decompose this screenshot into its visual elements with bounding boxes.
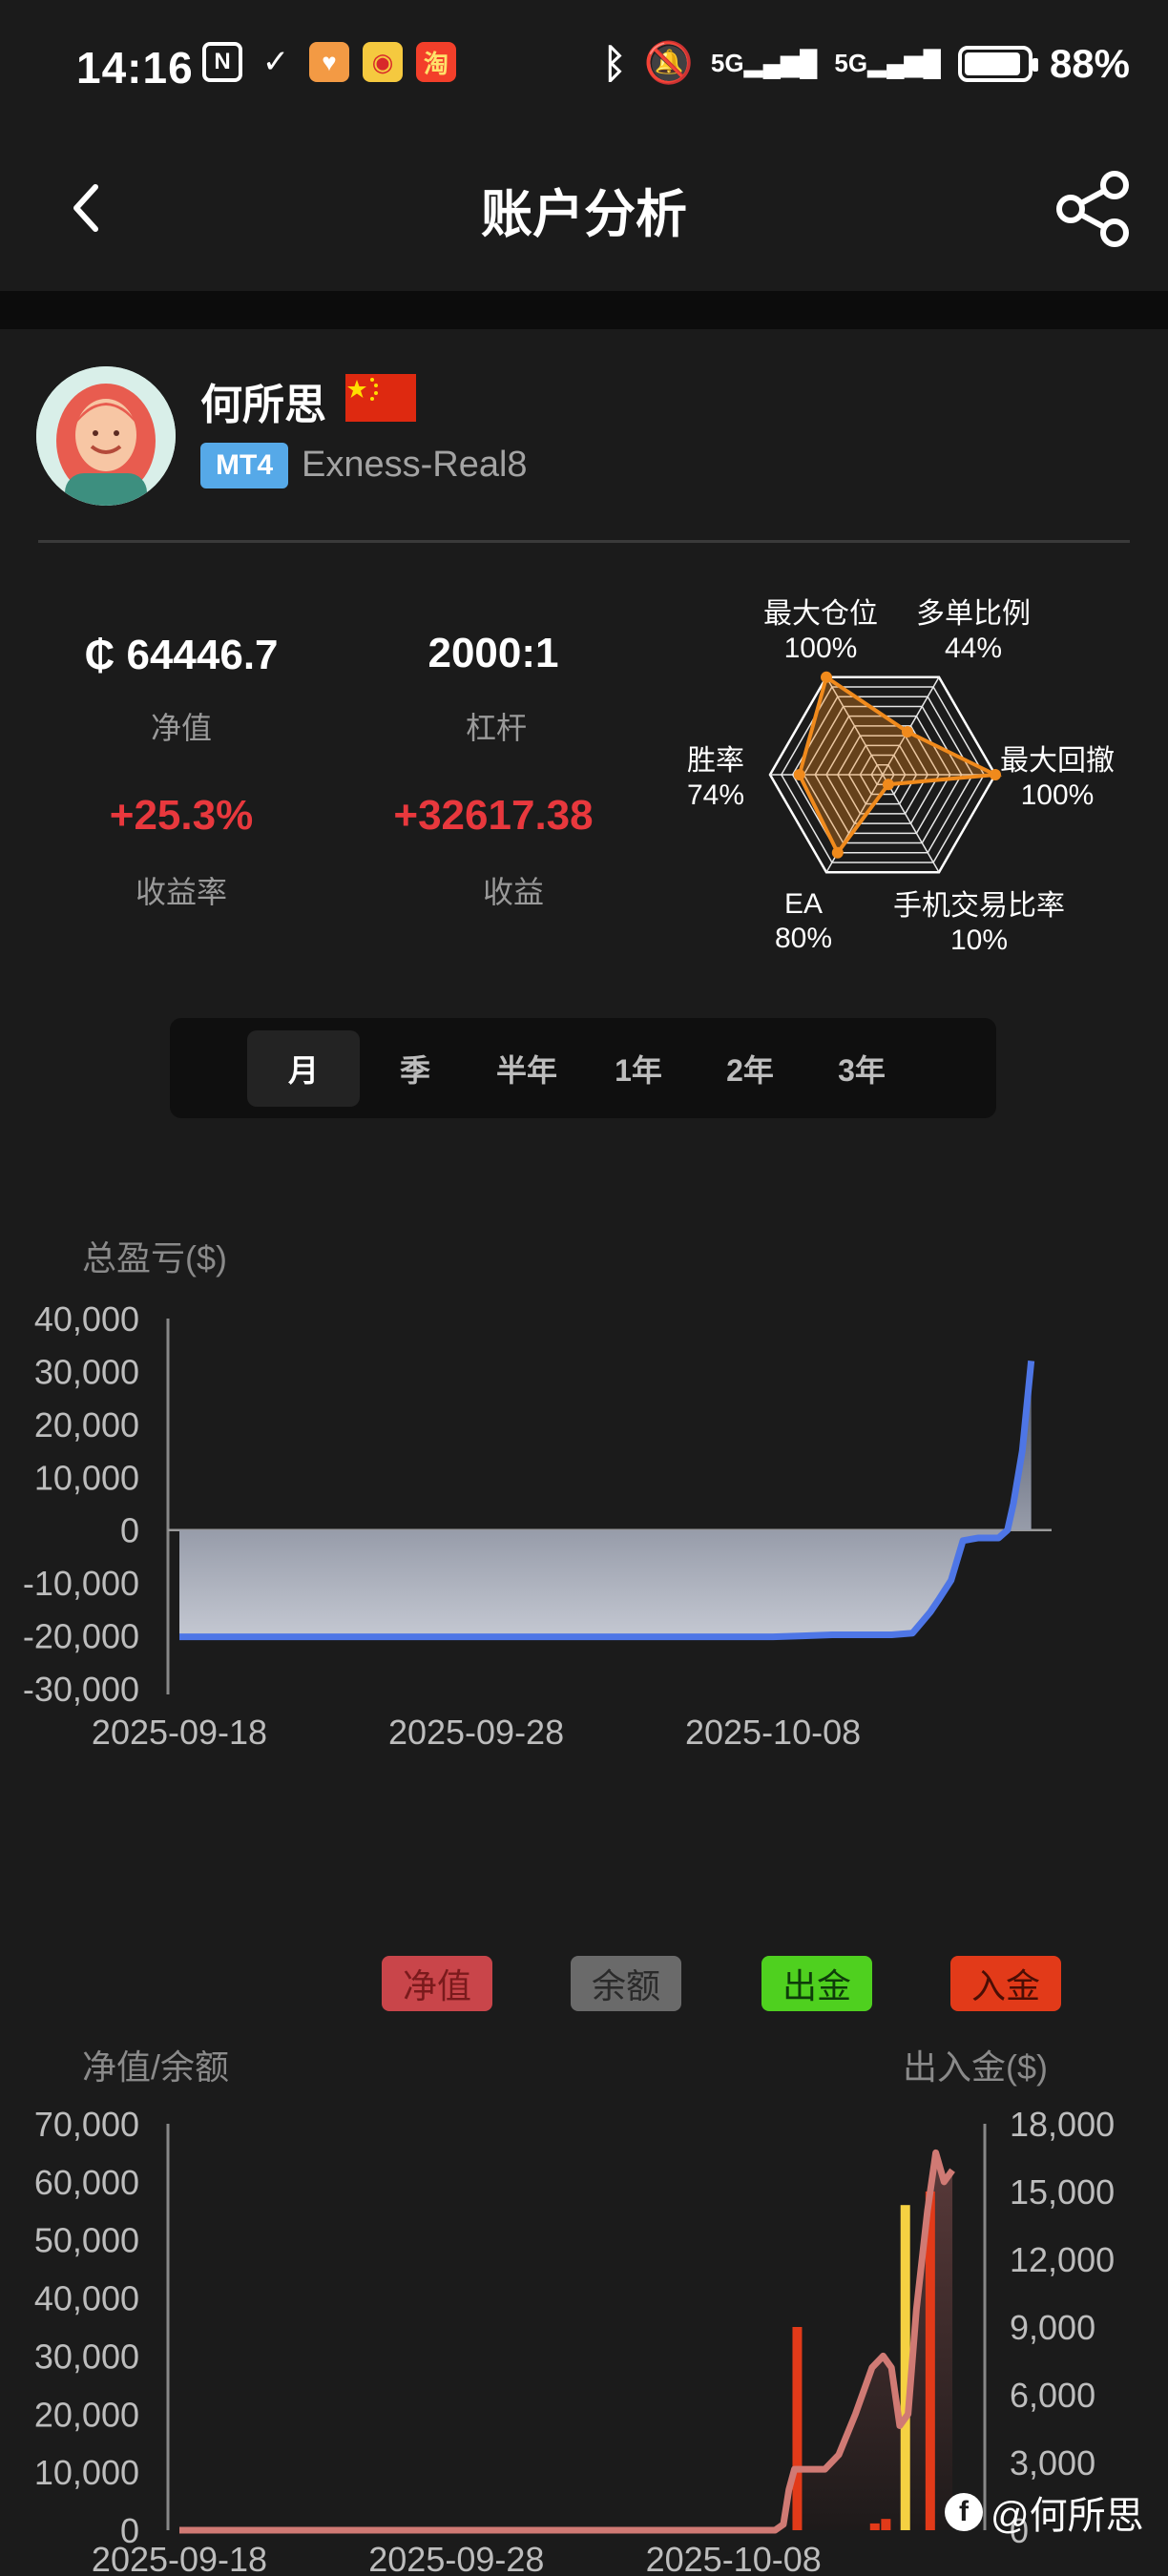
y-tick-label: -20,000 bbox=[23, 1617, 139, 1656]
y2-tick-label: 9,000 bbox=[1010, 2308, 1095, 2347]
status-app-icons: N ✓ ♥ ◉ 淘 bbox=[202, 42, 456, 82]
radar-point-3 bbox=[882, 779, 894, 791]
tab-1[interactable]: 季 bbox=[359, 1030, 471, 1107]
watermark: f @何所思 bbox=[945, 2484, 1144, 2540]
avatar[interactable] bbox=[36, 366, 176, 506]
y-tick-label: 10,000 bbox=[34, 2453, 139, 2492]
share-icon bbox=[1056, 171, 1129, 247]
x-tick-label: 2025-09-18 bbox=[92, 2540, 267, 2576]
equity-label: 净值 bbox=[150, 711, 212, 745]
taobao-icon: 淘 bbox=[416, 42, 456, 82]
tab-0[interactable]: 月 bbox=[247, 1030, 360, 1107]
y-tick-label: 20,000 bbox=[34, 2395, 139, 2434]
tab-5[interactable]: 3年 bbox=[805, 1030, 918, 1107]
y2-tick-label: 15,000 bbox=[1010, 2172, 1115, 2212]
share-button[interactable] bbox=[1053, 168, 1136, 250]
legend-item-2[interactable]: 出金 bbox=[761, 1956, 872, 2011]
legend-item-3[interactable]: 入金 bbox=[950, 1956, 1061, 2011]
server-name: Exness-Real8 bbox=[302, 445, 528, 485]
equity-value: ₵ 64446.7 bbox=[84, 632, 279, 678]
x-tick-label: 2025-09-28 bbox=[368, 2540, 544, 2576]
y-tick-label: -30,000 bbox=[23, 1670, 139, 1709]
equity-area bbox=[179, 2152, 953, 2530]
battery-percent: 88% bbox=[1049, 40, 1130, 86]
x-tick-label: 2025-10-08 bbox=[646, 2540, 822, 2576]
battery-icon bbox=[957, 45, 1038, 82]
platform-badge: MT4 bbox=[200, 443, 288, 488]
radar-point-1 bbox=[901, 726, 913, 738]
y-tick-label: 20,000 bbox=[34, 1405, 139, 1444]
app-icon: ✓ bbox=[261, 44, 290, 80]
profit-value: +32617.38 bbox=[393, 792, 594, 839]
x-tick-label: 2025-09-18 bbox=[92, 1713, 267, 1752]
nfc-icon: N bbox=[202, 42, 242, 82]
leverage-value: 2000:1 bbox=[428, 630, 559, 676]
avatar-illustration-icon bbox=[36, 366, 176, 506]
y-tick-label: 30,000 bbox=[34, 1352, 139, 1391]
y-tick-label: 70,000 bbox=[34, 2105, 139, 2144]
watermark-text: @何所思 bbox=[991, 2495, 1144, 2537]
pnl-axis-title: 总盈亏($) bbox=[82, 1238, 227, 1278]
deposit-bar-1 bbox=[869, 2523, 880, 2530]
x-tick-label: 2025-09-28 bbox=[388, 1713, 564, 1752]
y-tick-label: 40,000 bbox=[34, 1299, 139, 1339]
section-separator bbox=[0, 291, 1168, 329]
radar-label-win-rate: 胜率 74% bbox=[686, 745, 745, 811]
y-tick-label: 10,000 bbox=[34, 1458, 139, 1497]
tab-2[interactable]: 半年 bbox=[470, 1030, 583, 1107]
radar-point-5 bbox=[793, 769, 805, 780]
y2-tick-label: 18,000 bbox=[1010, 2105, 1115, 2144]
return-rate-label: 收益率 bbox=[135, 875, 227, 909]
facebook-icon: f bbox=[945, 2493, 983, 2531]
y-tick-label: 40,000 bbox=[34, 2279, 139, 2318]
signal-5g-icon: 5G▂▄▆█ bbox=[710, 49, 818, 77]
divider bbox=[38, 540, 1130, 543]
china-flag-icon bbox=[345, 374, 416, 422]
radar-label-mobile-ratio: 手机交易比率 10% bbox=[893, 890, 1065, 956]
y-tick-label: 50,000 bbox=[34, 2221, 139, 2260]
y-tick-label: 0 bbox=[120, 1511, 139, 1550]
x-tick-label: 2025-10-08 bbox=[685, 1713, 861, 1752]
legend-item-0[interactable]: 净值 bbox=[382, 1956, 492, 2011]
equity-axis-title: 净值/余额 bbox=[82, 2047, 230, 2087]
status-right-icons: ᛒ 🔕 5G▂▄▆█ 5G▂▄▆█ 88% bbox=[602, 40, 1130, 87]
profit-label: 收益 bbox=[482, 875, 544, 909]
pnl-chart: 40,000 30,000 20,000 10,000 0 -10,000 -20,000 -… bbox=[23, 1299, 1052, 1752]
y2-tick-label: 6,000 bbox=[1010, 2376, 1095, 2415]
weibo-icon: ◉ bbox=[363, 42, 403, 82]
status-time: 14:16 bbox=[76, 43, 194, 93]
radar-label-max-drawdown: 最大回撤 100% bbox=[1000, 745, 1115, 811]
deposit-bar-0 bbox=[792, 2327, 803, 2530]
radar-label-long-ratio: 多单比例 44% bbox=[916, 598, 1031, 664]
return-rate-value: +25.3% bbox=[109, 792, 254, 839]
radar-point-0 bbox=[821, 671, 832, 683]
deposit-axis-title: 出入金($) bbox=[903, 2047, 1048, 2087]
deposit-bar-2 bbox=[881, 2519, 891, 2530]
account-name: 何所思 bbox=[200, 382, 326, 428]
y-tick-label: -10,000 bbox=[23, 1564, 139, 1603]
page-title: 账户分析 bbox=[481, 186, 687, 243]
pnl-area bbox=[179, 1361, 1032, 1637]
y2-tick-label: 3,000 bbox=[1010, 2443, 1095, 2483]
tab-3[interactable]: 1年 bbox=[582, 1030, 695, 1107]
signal-5g-icon: 5G▂▄▆█ bbox=[834, 49, 941, 77]
leverage-label: 杠杆 bbox=[465, 711, 527, 745]
heart-app-icon: ♥ bbox=[309, 42, 349, 82]
radar-point-4 bbox=[831, 846, 844, 859]
y-tick-label: 60,000 bbox=[34, 2163, 139, 2202]
mute-icon: 🔕 bbox=[643, 40, 694, 85]
radar-label-ea: EA 80% bbox=[774, 888, 833, 954]
y2-tick-label: 12,000 bbox=[1010, 2240, 1115, 2279]
tab-4[interactable]: 2年 bbox=[694, 1030, 806, 1107]
legend-item-1[interactable]: 余额 bbox=[571, 1956, 681, 2011]
y-tick-label: 30,000 bbox=[34, 2337, 139, 2376]
bluetooth-icon: ᛒ bbox=[602, 40, 627, 86]
